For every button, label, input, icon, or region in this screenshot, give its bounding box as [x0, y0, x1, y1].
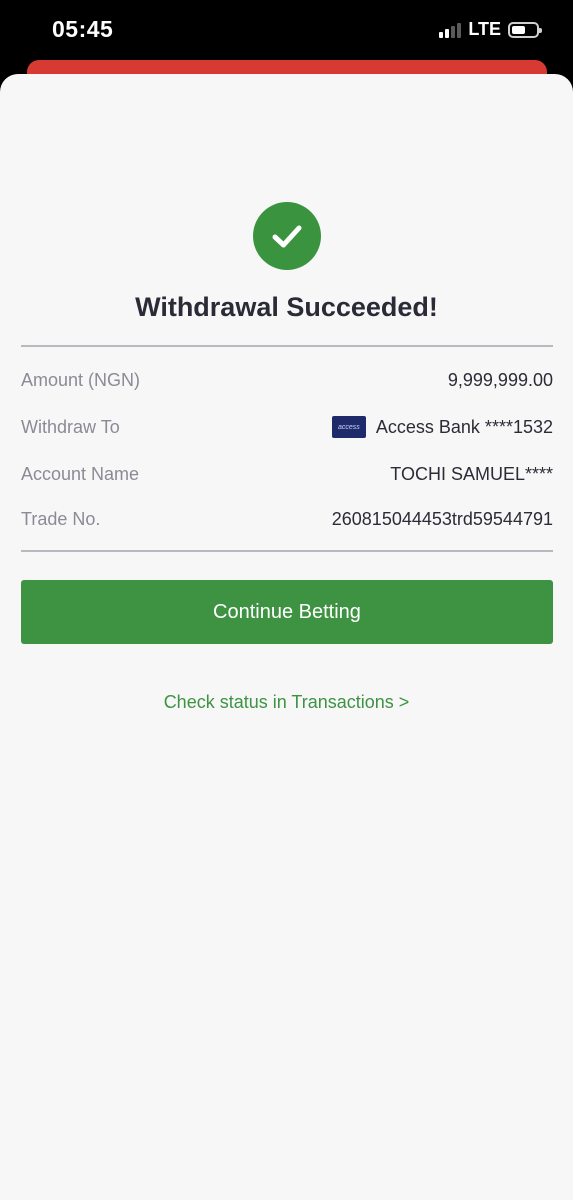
trade-no-label: Trade No. — [21, 508, 101, 529]
divider-bottom — [21, 550, 553, 552]
signal-strength-icon — [439, 22, 462, 38]
network-type-label: LTE — [468, 19, 501, 39]
trade-no-value: 260815044453trd59544791 — [331, 508, 553, 529]
bank-account-text: Access Bank ****1532 — [375, 416, 553, 437]
account-name-label: Account Name — [21, 463, 140, 484]
withdraw-to-value: access Access Bank ****1532 — [331, 416, 553, 438]
checkmark-circle-icon — [253, 202, 321, 270]
withdraw-to-label: Withdraw To — [21, 416, 120, 437]
access-bank-logo: access — [331, 416, 366, 438]
status-bar: 05:45 LTE — [0, 0, 573, 62]
account-name-row: Account Name TOCHI SAMUEL**** — [21, 460, 553, 488]
status-icons: LTE — [439, 19, 542, 40]
trade-no-row: Trade No. 260815044453trd59544791 — [21, 505, 553, 533]
divider-top — [21, 345, 553, 347]
amount-value: 9,999,999.00 — [447, 369, 553, 390]
account-name-value: TOCHI SAMUEL**** — [390, 463, 553, 484]
status-time: 05:45 — [52, 16, 114, 42]
amount-label: Amount (NGN) — [21, 369, 141, 390]
transactions-link[interactable]: Check status in Transactions > — [0, 692, 573, 713]
page-title: Withdrawal Succeeded! — [135, 292, 438, 322]
amount-row: Amount (NGN) 9,999,999.00 — [21, 366, 553, 394]
continue-betting-button[interactable]: Continue Betting — [21, 580, 553, 644]
battery-icon — [508, 21, 542, 38]
withdraw-to-row: Withdraw To access Access Bank ****1532 — [21, 413, 553, 441]
result-sheet: Withdrawal Succeeded! Amount (NGN) 9,999… — [0, 74, 573, 1200]
checkmark-icon — [272, 225, 302, 248]
